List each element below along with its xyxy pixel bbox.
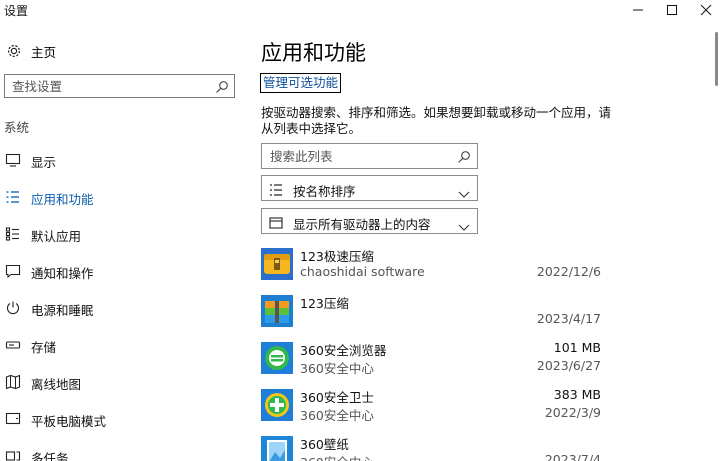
app-name: 360安全浏览器 xyxy=(300,343,387,358)
app-install-date: 2022/3/9 xyxy=(544,405,601,420)
sidebar-item-label: 电源和睡眠 xyxy=(31,303,94,318)
sidebar-item-label: 存储 xyxy=(31,340,57,355)
app-list-search-input[interactable] xyxy=(262,144,452,168)
sort-dropdown[interactable]: 按名称排序 xyxy=(261,175,478,201)
app-publisher: 360安全中心 xyxy=(300,408,374,423)
sidebar-item-label: 离线地图 xyxy=(31,377,82,392)
settings-search-input[interactable] xyxy=(5,75,205,97)
app-size: 383 MB xyxy=(553,387,601,402)
main-content: 应用和功能 管理可选功能 按驱动器搜索、排序和筛选。如果想要卸载或移动一个应用，… xyxy=(245,28,705,461)
sidebar-home-label: 主页 xyxy=(31,45,57,60)
sidebar-item-power-sleep[interactable]: 电源和睡眠 xyxy=(0,294,240,324)
app-install-date: 2023/7/4 xyxy=(544,452,601,461)
storage-icon xyxy=(5,337,21,353)
sort-icon xyxy=(269,182,283,196)
close-icon xyxy=(700,4,712,16)
map-icon xyxy=(5,374,21,390)
sidebar-item-offline-maps[interactable]: 离线地图 xyxy=(0,368,240,398)
multitask-icon xyxy=(5,448,21,461)
drive-filter-label: 显示所有驱动器上的内容 xyxy=(293,217,431,232)
sidebar-section-label: 系统 xyxy=(4,120,30,135)
sidebar-item-label: 显示 xyxy=(31,155,57,170)
sidebar-item-label: 平板电脑模式 xyxy=(31,414,107,429)
browser-icon xyxy=(261,342,293,374)
page-title: 应用和功能 xyxy=(261,41,366,65)
app-publisher: chaoshidai software xyxy=(300,264,425,279)
search-icon xyxy=(215,79,229,93)
chevron-down-icon xyxy=(458,184,470,198)
sidebar-item-display[interactable]: 显示 xyxy=(0,146,240,176)
sidebar: 主页 系统 显示 应用和功能 默认应用 通知和操作 电源 xyxy=(0,28,245,461)
tablet-icon xyxy=(5,411,21,427)
default-apps-icon xyxy=(5,226,21,242)
sidebar-item-label: 默认应用 xyxy=(31,229,82,244)
app-list-item[interactable]: 360壁纸 360安全中心 2023/7/4 xyxy=(261,432,601,461)
app-name: 123压缩 xyxy=(300,296,349,311)
scrollbar-thumb[interactable] xyxy=(715,32,718,86)
power-icon xyxy=(5,300,21,316)
close-button[interactable] xyxy=(686,0,720,20)
app-install-date: 2022/12/6 xyxy=(536,264,601,279)
sidebar-item-label: 多任务 xyxy=(31,451,69,461)
description-text: 按驱动器搜索、排序和筛选。如果想要卸载或移动一个应用，请从列表中选择它。 xyxy=(261,105,612,136)
maximize-icon xyxy=(667,5,677,15)
monitor-icon xyxy=(5,152,21,168)
drive-filter-dropdown[interactable]: 显示所有驱动器上的内容 xyxy=(261,208,478,234)
app-list-item[interactable]: 360安全卫士 360安全中心 383 MB 2022/3/9 xyxy=(261,385,601,429)
gear-icon xyxy=(6,43,22,59)
vertical-scrollbar[interactable] xyxy=(710,28,720,461)
sidebar-home[interactable]: 主页 xyxy=(0,38,240,64)
minimize-icon xyxy=(633,9,643,11)
chevron-down-icon xyxy=(458,217,470,231)
settings-search[interactable] xyxy=(4,74,235,98)
window-title: 设置 xyxy=(4,4,29,18)
sort-dropdown-label: 按名称排序 xyxy=(293,184,356,199)
zip-folder-icon xyxy=(261,248,293,280)
app-size: 101 MB xyxy=(553,340,601,355)
sidebar-item-label: 通知和操作 xyxy=(31,266,94,281)
app-list-search[interactable] xyxy=(261,143,478,169)
sidebar-item-storage[interactable]: 存储 xyxy=(0,331,240,361)
drive-icon xyxy=(269,215,283,229)
wallpaper-icon xyxy=(261,436,293,461)
app-list-item[interactable]: 123压缩 2023/4/17 xyxy=(261,291,601,335)
sidebar-item-notifications[interactable]: 通知和操作 xyxy=(0,257,240,287)
app-name: 360安全卫士 xyxy=(300,390,374,405)
app-install-date: 2023/6/27 xyxy=(536,358,601,373)
apps-list-icon xyxy=(5,189,21,205)
app-list-item[interactable]: 360安全浏览器 360安全中心 101 MB 2023/6/27 xyxy=(261,338,601,382)
app-list-item[interactable]: 123极速压缩 chaoshidai software 2022/12/6 xyxy=(261,244,601,288)
sidebar-item-multitasking[interactable]: 多任务 xyxy=(0,442,240,461)
shield-plus-icon xyxy=(261,389,293,421)
search-icon xyxy=(457,149,471,163)
app-name: 123极速压缩 xyxy=(300,249,374,264)
app-publisher: 360安全中心 xyxy=(300,361,374,376)
app-name: 360壁纸 xyxy=(300,437,349,452)
manage-optional-features-link[interactable]: 管理可选功能 xyxy=(260,73,342,93)
archive-icon xyxy=(261,295,293,327)
app-publisher: 360安全中心 xyxy=(300,452,374,461)
sidebar-item-apps-features[interactable]: 应用和功能 xyxy=(0,183,240,213)
sidebar-item-tablet-mode[interactable]: 平板电脑模式 xyxy=(0,405,240,435)
notification-icon xyxy=(5,263,21,279)
sidebar-item-label: 应用和功能 xyxy=(31,192,94,207)
sidebar-item-default-apps[interactable]: 默认应用 xyxy=(0,220,240,250)
title-bar: 设置 xyxy=(0,0,720,28)
app-install-date: 2023/4/17 xyxy=(536,311,601,326)
